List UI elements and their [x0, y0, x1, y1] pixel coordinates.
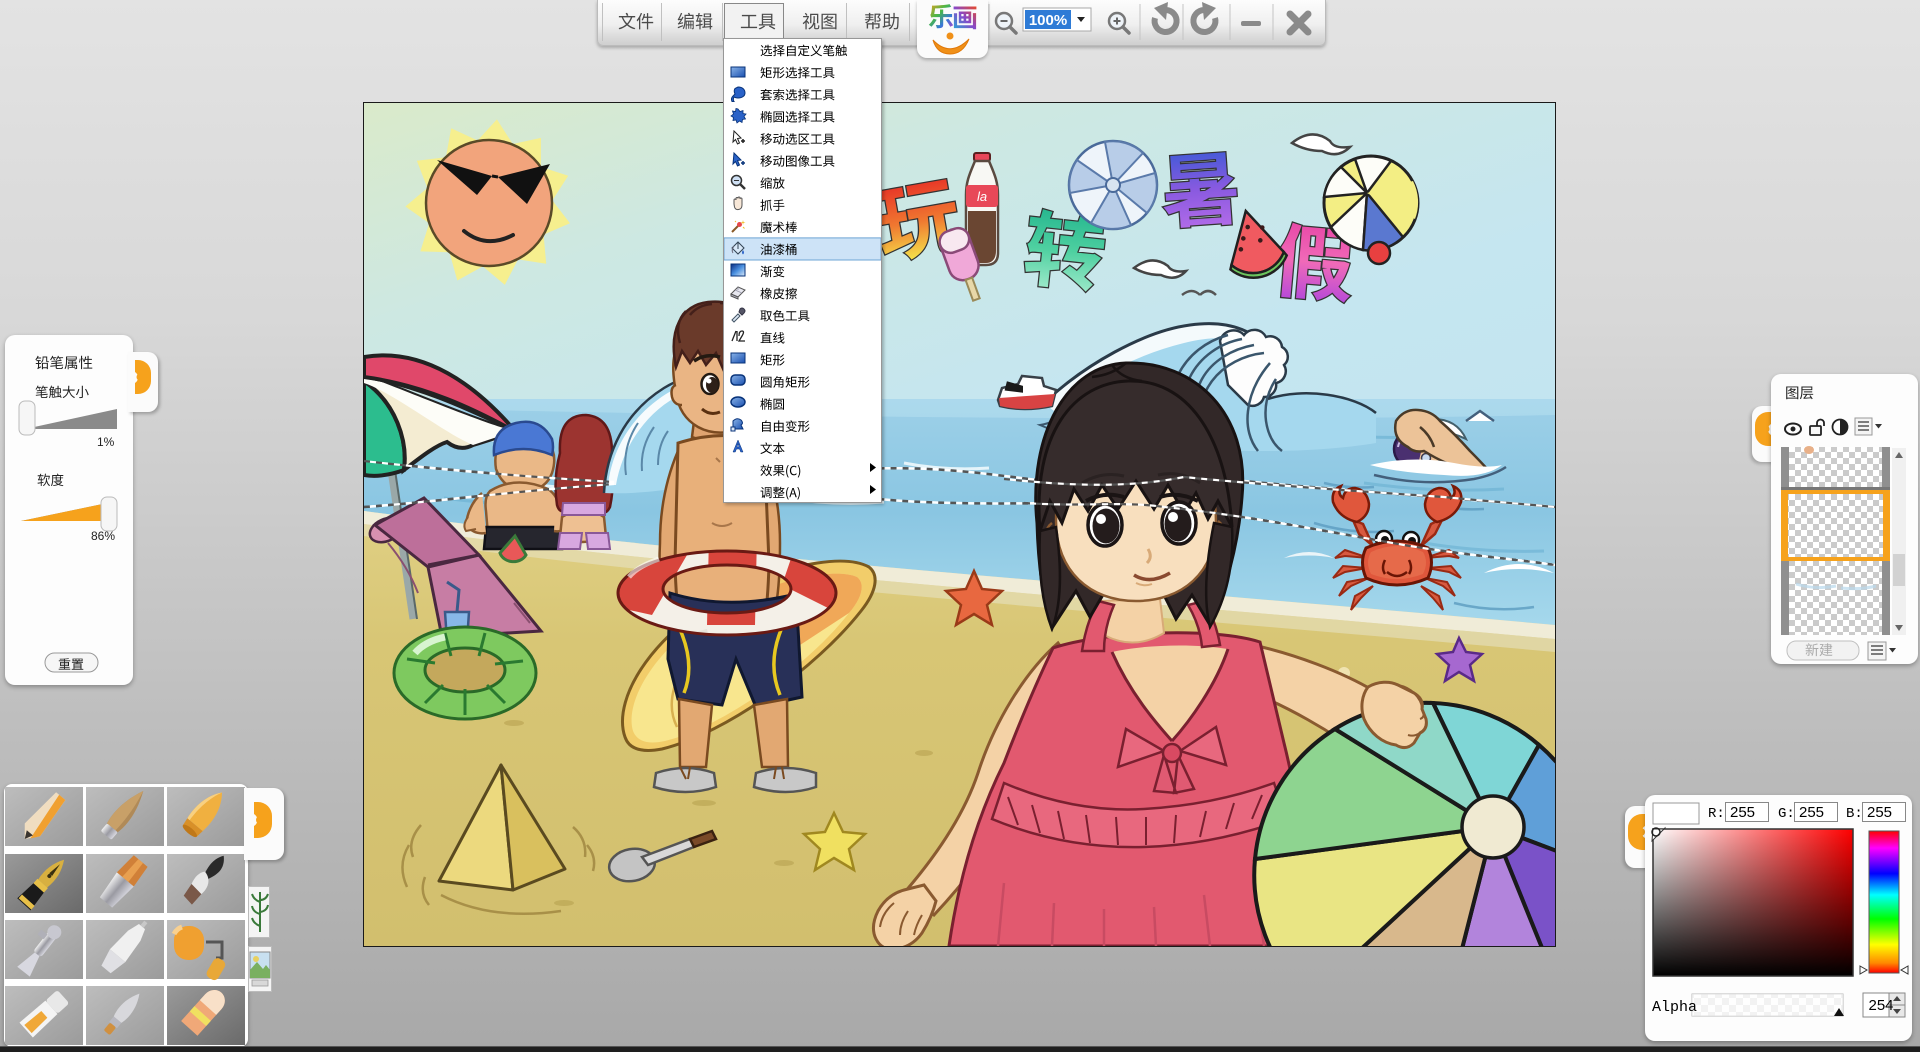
svg-text:la: la	[977, 189, 987, 204]
svg-text:R:: R:	[1708, 806, 1725, 822]
svg-text:Alpha: Alpha	[1652, 999, 1697, 1016]
svg-text:254: 254	[1868, 997, 1893, 1014]
svg-text:100%: 100%	[1029, 12, 1067, 29]
svg-text:G:: G:	[1778, 806, 1795, 822]
svg-text:B:: B:	[1846, 806, 1863, 822]
